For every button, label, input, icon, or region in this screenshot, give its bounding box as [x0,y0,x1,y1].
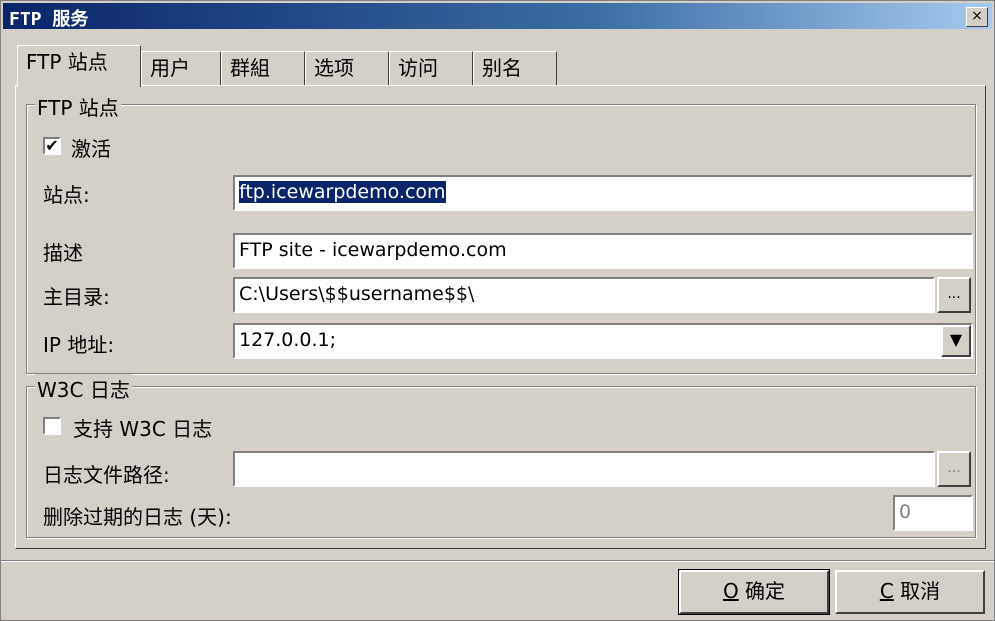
cancel-label: 取消 [893,579,941,603]
tab-alias[interactable]: 别名 [473,51,557,85]
close-icon: × [971,8,983,24]
cancel-button[interactable]: C 取消 [835,570,985,614]
title-bar[interactable]: FTP 服务 × [3,3,992,30]
w3c-log-group-legend: W3C 日志 [35,374,132,403]
tab-groups[interactable]: 群組 [221,51,305,85]
close-button[interactable]: × [966,7,988,27]
description-label: 描述 [43,241,83,265]
site-input[interactable]: ftp.icewarpdemo.com [233,175,973,211]
description-input[interactable]: FTP site - icewarpdemo.com [233,233,973,269]
log-path-input[interactable] [233,451,935,487]
tab-ftp-site[interactable]: FTP 站点 [17,45,141,87]
ok-label: 确定 [738,579,786,603]
home-directory-browse-button[interactable]: ... [937,277,971,313]
tab-options[interactable]: 选项 [305,51,389,85]
ok-accelerator: O [722,579,739,603]
w3c-log-group: W3C 日志 支持 W3C 日志 日志文件路径: ... 删除过期的日志 (天)… [26,374,976,538]
ftp-site-group-legend: FTP 站点 [35,92,121,121]
delete-old-logs-days-input[interactable]: 0 [893,495,973,531]
log-path-label: 日志文件路径: [43,463,170,487]
ellipsis-icon: ... [947,460,961,476]
home-directory-input[interactable]: C:\Users\$$username$$\ [233,277,935,313]
button-area-divider [1,560,994,562]
ftp-service-dialog: FTP 服务 × FTP 站点 用户 群組 选项 访问 别名 FTP 站点 ✔ … [0,0,995,621]
tab-panel: FTP 站点 ✔ 激活 站点: ftp.icewarpdemo.com 描述 F… [15,85,986,549]
delete-old-logs-label: 删除过期的日志 (天): [43,505,232,529]
ip-address-label: IP 地址: [43,333,115,357]
w3c-support-label: 支持 W3C 日志 [73,417,213,441]
home-directory-label: 主目录: [43,285,110,309]
tab-access[interactable]: 访问 [389,51,473,85]
ip-address-value: 127.0.0.1; [239,329,337,351]
ip-address-combo[interactable]: 127.0.0.1; [233,323,973,359]
ellipsis-icon: ... [947,286,961,302]
activate-checkbox[interactable]: ✔ [43,137,61,155]
ip-address-dropdown-button[interactable]: ▼ [941,325,971,357]
w3c-support-checkbox[interactable] [43,417,61,435]
cancel-accelerator: C [879,579,894,603]
site-label: 站点: [43,183,90,207]
tab-users[interactable]: 用户 [141,51,221,85]
activate-label: 激活 [71,137,111,161]
ftp-site-group: FTP 站点 ✔ 激活 站点: ftp.icewarpdemo.com 描述 F… [26,92,976,374]
chevron-down-icon: ▼ [949,330,963,349]
site-input-value: ftp.icewarpdemo.com [239,181,446,203]
window-title: FTP 服务 [9,9,89,30]
ok-button[interactable]: O 确定 [678,569,830,615]
checkmark-icon: ✔ [45,136,59,155]
log-path-browse-button[interactable]: ... [937,451,971,487]
